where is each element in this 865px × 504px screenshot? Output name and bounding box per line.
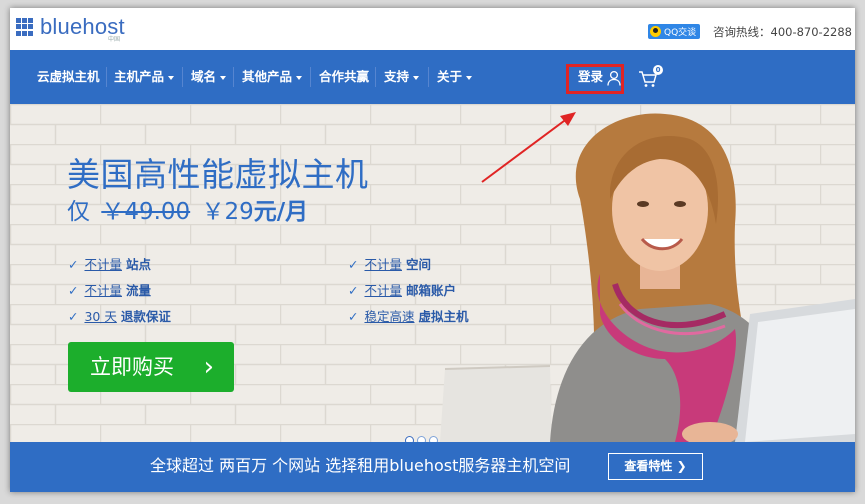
nav-item-support[interactable]: 支持 bbox=[384, 50, 420, 104]
nav-item-partnership[interactable]: 合作共赢 bbox=[319, 50, 369, 104]
feature-link[interactable]: 不计量 bbox=[364, 283, 402, 298]
bottom-banner: 全球超过 两百万 个网站 选择租用bluehost服务器主机空间 查看特性 ❯ bbox=[10, 442, 855, 492]
buy-now-button[interactable]: 立即购买 › bbox=[68, 342, 234, 392]
nav-divider bbox=[233, 67, 234, 87]
nav-divider bbox=[106, 67, 107, 87]
main-navigation: 云虚拟主机 主机产品 域名 其他产品 合作共赢 支持 关于 bbox=[10, 50, 855, 104]
feature-item: ✓ 不计量 流量 bbox=[68, 280, 151, 299]
nav-item-hosting-products[interactable]: 主机产品 bbox=[114, 50, 175, 104]
login-link[interactable]: 登录 bbox=[578, 50, 603, 104]
feature-label: 邮箱账户 bbox=[406, 283, 457, 298]
checkmark-icon: ✓ bbox=[348, 283, 359, 298]
buy-now-label: 立即购买 bbox=[90, 355, 174, 379]
nav-label: 关于 bbox=[437, 69, 463, 84]
nav-divider bbox=[375, 67, 376, 87]
hotline-text: 咨询热线：400-870-2288 bbox=[713, 25, 852, 39]
hero-banner: 美国高性能虚拟主机 仅 ￥49.00 ￥29元/月 ✓ 不计量 站点 ✓ 不计量 空间 … bbox=[10, 104, 855, 442]
price-unit: 元/月 bbox=[253, 199, 309, 225]
chevron-down-icon bbox=[296, 75, 303, 80]
chevron-down-icon bbox=[168, 75, 175, 80]
feature-label: 站点 bbox=[126, 257, 152, 272]
logo-grid-icon bbox=[16, 18, 34, 36]
feature-label: 虚拟主机 bbox=[418, 309, 469, 324]
chevron-down-icon bbox=[413, 75, 420, 80]
checkmark-icon: ✓ bbox=[348, 257, 359, 272]
browser-page: bluehost 中国 QQ交谈 咨询热线：400-870-2288 云虚拟主机… bbox=[10, 8, 855, 492]
feature-link[interactable]: 不计量 bbox=[84, 283, 122, 298]
old-price: ￥49.00 bbox=[101, 199, 191, 225]
nav-divider bbox=[310, 67, 311, 87]
logo-subtext: 中国 bbox=[108, 36, 121, 43]
checkmark-icon: ✓ bbox=[68, 257, 79, 272]
qq-chat-button[interactable]: QQ交谈 bbox=[648, 24, 701, 39]
nav-label: 其他产品 bbox=[242, 69, 293, 84]
feature-item: ✓ 稳定高速 虚拟主机 bbox=[348, 306, 469, 325]
nav-item-about[interactable]: 关于 bbox=[437, 50, 473, 104]
nav-label: 域名 bbox=[191, 69, 217, 84]
checkmark-icon: ✓ bbox=[68, 283, 79, 298]
qq-chat-label: QQ交谈 bbox=[664, 28, 697, 38]
nav-label: 支持 bbox=[384, 69, 410, 84]
feature-label: 流量 bbox=[126, 283, 152, 298]
feature-link[interactable]: 不计量 bbox=[364, 257, 402, 272]
qq-penguin-icon bbox=[650, 26, 661, 37]
feature-item: ✓ 不计量 邮箱账户 bbox=[348, 280, 456, 299]
chevron-right-icon: › bbox=[203, 352, 214, 382]
feature-link[interactable]: 30 天 bbox=[84, 309, 116, 324]
user-icon[interactable] bbox=[607, 70, 621, 86]
chevron-down-icon bbox=[220, 75, 227, 80]
top-bar: bluehost 中国 QQ交谈 咨询热线：400-870-2288 bbox=[10, 8, 855, 50]
nav-divider bbox=[182, 67, 183, 87]
view-features-button[interactable]: 查看特性 ❯ bbox=[608, 453, 703, 480]
price-prefix: 仅 bbox=[67, 199, 90, 225]
feature-item: ✓ 不计量 空间 bbox=[348, 254, 431, 273]
nav-item-other-products[interactable]: 其他产品 bbox=[242, 50, 303, 104]
feature-link[interactable]: 稳定高速 bbox=[364, 309, 414, 324]
nav-divider bbox=[428, 67, 429, 87]
chevron-down-icon bbox=[466, 75, 473, 80]
nav-item-domains[interactable]: 域名 bbox=[191, 50, 227, 104]
nav-label: 云虚拟主机 bbox=[37, 69, 100, 84]
feature-item: ✓ 不计量 站点 bbox=[68, 254, 151, 273]
hero-headline: 美国高性能虚拟主机 bbox=[67, 155, 369, 194]
cart-count-badge: 0 bbox=[653, 65, 663, 75]
view-features-label: 查看特性 bbox=[624, 459, 673, 473]
hero-price: 仅 ￥49.00 ￥29元/月 bbox=[67, 192, 308, 226]
chevron-right-icon: ❯ bbox=[676, 459, 687, 473]
feature-label: 退款保证 bbox=[120, 309, 171, 324]
feature-item: ✓ 30 天退款保证 bbox=[68, 306, 171, 325]
banner-tagline: 全球超过 两百万 个网站 选择租用bluehost服务器主机空间 bbox=[150, 456, 571, 475]
feature-label: 空间 bbox=[406, 257, 432, 272]
nav-label: 合作共赢 bbox=[319, 69, 370, 84]
checkmark-icon: ✓ bbox=[68, 309, 79, 324]
checkmark-icon: ✓ bbox=[348, 309, 359, 324]
annotation-arrow-icon bbox=[481, 112, 576, 183]
feature-link[interactable]: 不计量 bbox=[84, 257, 122, 272]
nav-item-cloud-hosting[interactable]: 云虚拟主机 bbox=[37, 50, 100, 104]
new-price: ￥29 bbox=[201, 199, 254, 225]
nav-label: 主机产品 bbox=[114, 69, 165, 84]
